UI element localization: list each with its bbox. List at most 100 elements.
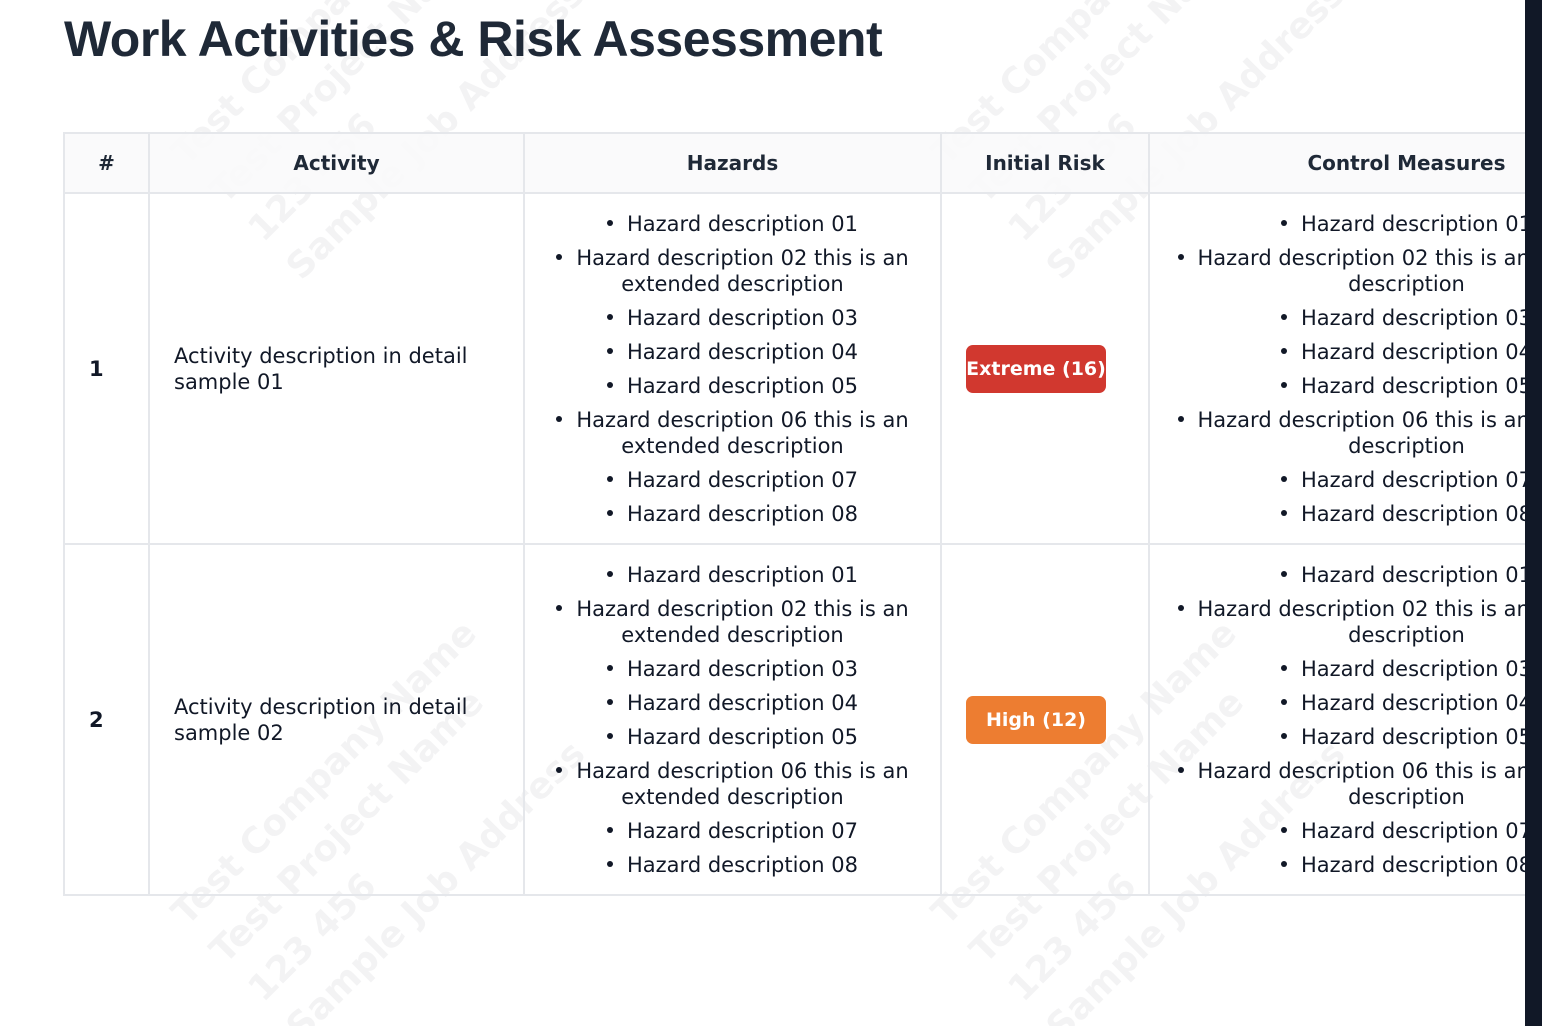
bullet-icon [607, 219, 613, 226]
list-item-text: Hazard description 07 [627, 467, 858, 492]
list-item: Hazard description 08 [525, 852, 940, 878]
list-item: Hazard description 05 [1150, 724, 1526, 750]
hazards-list: Hazard description 01 Hazard description … [525, 562, 940, 878]
list-item: Hazard description 08 [525, 501, 940, 527]
bullet-icon [556, 253, 563, 260]
bullet-icon [1281, 860, 1287, 867]
bullet-icon [607, 570, 613, 577]
bullet-icon [607, 664, 613, 671]
list-item: Hazard description 01 [1150, 562, 1526, 588]
bullet-icon [1281, 732, 1287, 739]
activity-description: Activity description in detail sample 02 [148, 543, 525, 896]
list-item: Hazard description 07 [1150, 467, 1526, 493]
bullet-icon [1281, 381, 1287, 388]
list-item: Hazard description 01 [525, 211, 940, 237]
list-item-text: Hazard description 01 [1301, 562, 1526, 587]
list-item-text: Hazard description 08 [1301, 501, 1526, 526]
table-header: # Activity Hazards Initial Risk Control … [63, 132, 1526, 194]
risk-table: # Activity Hazards Initial Risk Control … [63, 132, 1526, 896]
list-item: Hazard description 05 [1150, 373, 1526, 399]
list-item: Hazard description 06 this is an extende… [525, 407, 940, 459]
list-item: Hazard description 03 [525, 305, 940, 331]
list-item-text: Hazard description 05 [627, 724, 858, 749]
bullet-icon [1281, 664, 1287, 671]
bullet-icon [1281, 509, 1287, 516]
risk-badge: Extreme (16) [966, 344, 1106, 393]
control-measures-list: Hazard description 01 Hazard description … [1150, 562, 1526, 878]
bullet-icon [1281, 347, 1287, 354]
bullet-icon [1281, 826, 1287, 833]
bullet-icon [1177, 766, 1184, 773]
list-item: Hazard description 01 [525, 562, 940, 588]
table-row: 1 Activity description in detail sample … [63, 192, 1526, 545]
list-item: Hazard description 07 [525, 467, 940, 493]
bullet-icon [1177, 415, 1184, 422]
list-item-text: Hazard description 02 this is an extende… [576, 596, 909, 647]
list-item: Hazard description 03 [525, 656, 940, 682]
list-item-text: Hazard description 03 [1301, 305, 1526, 330]
bullet-icon [1281, 313, 1287, 320]
list-item-text: Hazard description 08 [627, 852, 858, 877]
list-item: Hazard description 08 [1150, 852, 1526, 878]
bullet-icon [607, 698, 613, 705]
list-item-text: Hazard description 03 [1301, 656, 1526, 681]
list-item-text: Hazard description 02 this is an extende… [1197, 245, 1527, 296]
initial-risk-cell: Extreme (16) [940, 192, 1150, 545]
bullet-icon [1281, 219, 1287, 226]
bullet-icon [607, 509, 613, 516]
list-item-text: Hazard description 01 [627, 562, 858, 587]
table-body: 1 Activity description in detail sample … [63, 192, 1526, 896]
list-item-text: Hazard description 07 [627, 818, 858, 843]
column-header-number: # [63, 132, 150, 194]
list-item: Hazard description 04 [525, 339, 940, 365]
bullet-icon [1281, 570, 1287, 577]
bullet-icon [1281, 475, 1287, 482]
control-measures-cell: Hazard description 01 Hazard description … [1148, 192, 1526, 545]
list-item-text: Hazard description 04 [627, 690, 858, 715]
list-item: Hazard description 01 [1150, 211, 1526, 237]
list-item: Hazard description 02 this is an extende… [1150, 245, 1526, 297]
bullet-icon [1177, 253, 1184, 260]
list-item-text: Hazard description 04 [627, 339, 858, 364]
list-item: Hazard description 07 [1150, 818, 1526, 844]
list-item-text: Hazard description 05 [627, 373, 858, 398]
list-item: Hazard description 02 this is an extende… [525, 596, 940, 648]
list-item-text: Hazard description 04 [1301, 339, 1526, 364]
activity-description: Activity description in detail sample 01 [148, 192, 525, 545]
bullet-icon [1177, 604, 1184, 611]
list-item: Hazard description 04 [525, 690, 940, 716]
list-item: Hazard description 05 [525, 373, 940, 399]
column-header-hazards: Hazards [523, 132, 942, 194]
list-item-text: Hazard description 06 this is an extende… [1197, 407, 1527, 458]
column-header-initial-risk: Initial Risk [940, 132, 1150, 194]
initial-risk-cell: High (12) [940, 543, 1150, 896]
column-header-activity: Activity [148, 132, 525, 194]
list-item: Hazard description 06 this is an extende… [1150, 758, 1526, 810]
table-row: 2 Activity description in detail sample … [63, 543, 1526, 896]
list-item-text: Hazard description 05 [1301, 373, 1526, 398]
row-number: 1 [63, 192, 150, 545]
list-item: Hazard description 03 [1150, 656, 1526, 682]
list-item: Hazard description 06 this is an extende… [1150, 407, 1526, 459]
bullet-icon [556, 766, 563, 773]
bullet-icon [607, 826, 613, 833]
bullet-icon [556, 604, 563, 611]
bullet-icon [556, 415, 563, 422]
list-item-text: Hazard description 03 [627, 656, 858, 681]
bullet-icon [1281, 698, 1287, 705]
list-item-text: Hazard description 03 [627, 305, 858, 330]
list-item-text: Hazard description 02 this is an extende… [576, 245, 909, 296]
header-row: # Activity Hazards Initial Risk Control … [63, 132, 1526, 194]
control-measures-cell: Hazard description 01 Hazard description … [1148, 543, 1526, 896]
list-item-text: Hazard description 01 [1301, 211, 1526, 236]
hazards-cell: Hazard description 01 Hazard description … [523, 543, 942, 896]
vertical-scrollbar[interactable] [1525, 0, 1542, 1026]
bullet-icon [607, 347, 613, 354]
list-item-text: Hazard description 06 this is an extende… [576, 407, 909, 458]
list-item: Hazard description 02 this is an extende… [1150, 596, 1526, 648]
list-item: Hazard description 08 [1150, 501, 1526, 527]
list-item-text: Hazard description 08 [627, 501, 858, 526]
bullet-icon [607, 313, 613, 320]
page-title: Work Activities & Risk Assessment [64, 11, 883, 67]
list-item-text: Hazard description 04 [1301, 690, 1526, 715]
